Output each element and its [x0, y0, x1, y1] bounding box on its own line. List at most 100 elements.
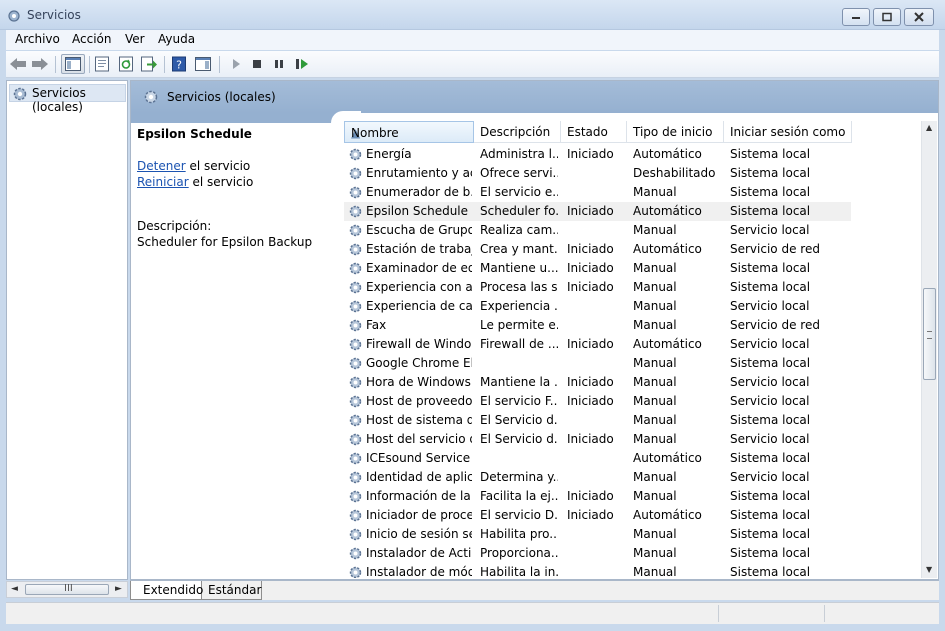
cell-tipo-inicio: Manual — [633, 489, 677, 503]
service-row[interactable]: Google Chrome El... Manual Sistema local — [344, 354, 851, 373]
tab-extendido[interactable]: Extendido — [130, 581, 204, 600]
service-row[interactable]: Energía Administra l... Iniciado Automático… — [344, 145, 851, 164]
menu-ver[interactable]: Ver — [125, 32, 145, 46]
restart-service-link[interactable]: Reiniciar — [137, 175, 189, 189]
tab-estandar[interactable]: Estándar — [202, 581, 262, 600]
service-row[interactable]: Instalador de mód... Habilita la in... Man… — [344, 563, 851, 578]
toolbar-separator — [89, 56, 90, 73]
service-row[interactable]: Experiencia con a... Procesa las s... Inic… — [344, 278, 851, 297]
minimize-button[interactable] — [842, 8, 870, 26]
column-header-nombre[interactable]: ▲ Nombre — [344, 121, 474, 143]
services-app-icon — [8, 10, 20, 22]
cell-descripcion: Habilita pro... — [480, 527, 558, 541]
service-gear-icon — [349, 319, 362, 332]
service-row[interactable]: ICEsound Service Automático Sistema local — [344, 449, 851, 468]
console-tree-button[interactable] — [61, 54, 85, 74]
service-row[interactable]: Epsilon Schedule Scheduler fo... Iniciado A… — [344, 202, 851, 221]
cell-tipo-inicio: Automático — [633, 337, 702, 351]
column-label: Estado — [567, 125, 608, 139]
column-header-tipo-inicio[interactable]: Tipo de inicio — [627, 121, 724, 143]
scroll-up-arrow-icon[interactable]: ▲ — [926, 123, 932, 132]
export-list-button[interactable] — [139, 54, 159, 74]
column-header-estado[interactable]: Estado — [561, 121, 627, 143]
cell-iniciar-sesion: Sistema local — [730, 489, 811, 503]
cell-nombre: Iniciador de proce... — [366, 508, 472, 522]
cell-tipo-inicio: Manual — [633, 280, 677, 294]
service-row[interactable]: Identidad de aplic... Determina y... Manua… — [344, 468, 851, 487]
list-vertical-scrollbar[interactable]: ▲ ▼ — [921, 121, 937, 578]
service-gear-icon — [349, 490, 362, 503]
back-button[interactable] — [8, 54, 28, 74]
service-row[interactable]: Host de proveedo... El servicio F... Inici… — [344, 392, 851, 411]
service-row[interactable]: Inicio de sesión se... Habilita pro... Man… — [344, 525, 851, 544]
cell-tipo-inicio: Manual — [633, 318, 677, 332]
pane-header: Servicios (locales) — [131, 81, 938, 113]
service-row[interactable]: Fax Le permite e... Manual Servicio de red — [344, 316, 851, 335]
cell-estado: Iniciado — [567, 242, 614, 256]
service-row[interactable]: Instalador de Acti... Proporciona... Manua… — [344, 544, 851, 563]
service-row[interactable]: Enrutamiento y ac... Ofrece servi... Desha… — [344, 164, 851, 183]
cell-iniciar-sesion: Servicio local — [730, 223, 810, 237]
cell-nombre: Escucha de Grupo... — [366, 223, 472, 237]
cell-iniciar-sesion: Servicio de red — [730, 242, 820, 256]
pause-icon — [275, 60, 283, 68]
menu-archivo[interactable]: Archivo — [15, 32, 60, 46]
service-row[interactable]: Escucha de Grupo... Realiza cam... Manual S… — [344, 221, 851, 240]
cell-iniciar-sesion: Sistema local — [730, 546, 811, 560]
restart-service-button[interactable] — [292, 54, 312, 74]
service-row[interactable]: Host del servicio d... El Servicio d... In… — [344, 430, 851, 449]
pause-service-button[interactable] — [269, 54, 289, 74]
cell-estado: Iniciado — [567, 394, 614, 408]
services-gear-icon — [13, 87, 27, 101]
close-button[interactable] — [904, 8, 934, 26]
service-gear-icon — [349, 547, 362, 560]
service-row[interactable]: Estación de trabajo Crea y mant... Iniciad… — [344, 240, 851, 259]
help-button[interactable]: ? — [169, 54, 189, 74]
cell-descripcion: Realiza cam... — [480, 223, 558, 237]
tree-horizontal-scrollbar[interactable]: ◄ III ► — [6, 581, 128, 598]
show-hide-icon — [195, 57, 211, 71]
cell-iniciar-sesion: Sistema local — [730, 565, 811, 578]
console-tree-icon — [65, 57, 81, 71]
cell-descripcion: Determina y... — [480, 470, 558, 484]
cell-tipo-inicio: Automático — [633, 242, 702, 256]
start-service-button[interactable] — [226, 54, 246, 74]
refresh-button[interactable] — [116, 54, 136, 74]
service-row[interactable]: Iniciador de proce... El servicio D... Ini… — [344, 506, 851, 525]
service-row[interactable]: Firewall de Windo... Firewall de ... Inici… — [344, 335, 851, 354]
menu-accion[interactable]: Acción — [72, 32, 111, 46]
service-row[interactable]: Enumerador de b... El servicio e... Manual… — [344, 183, 851, 202]
toolbar-separator — [219, 56, 220, 73]
forward-button[interactable] — [30, 54, 50, 74]
restart-service-suffix: el servicio — [188, 175, 254, 189]
scroll-left-arrow-icon[interactable]: ◄ — [11, 584, 18, 594]
back-icon — [10, 58, 26, 70]
column-header-iniciar-sesion[interactable]: Iniciar sesión como — [724, 121, 852, 143]
cell-iniciar-sesion: Sistema local — [730, 527, 811, 541]
service-gear-icon — [349, 566, 362, 578]
cell-nombre: Epsilon Schedule — [366, 204, 469, 218]
scroll-right-arrow-icon[interactable]: ► — [115, 584, 122, 594]
scroll-down-arrow-icon[interactable]: ▼ — [926, 565, 932, 574]
service-row[interactable]: Experiencia de cali... Experiencia ... Man… — [344, 297, 851, 316]
cell-descripcion: Ofrece servi... — [480, 166, 558, 180]
tab-label: Estándar — [208, 583, 262, 597]
properties-button[interactable] — [92, 54, 112, 74]
tab-label: Extendido — [143, 583, 204, 597]
pane-title: Servicios (locales) — [167, 90, 276, 104]
tree-item-servicios-locales[interactable]: Servicios (locales) — [9, 84, 126, 114]
scrollbar-thumb[interactable]: III — [25, 583, 109, 595]
stop-service-link[interactable]: Detener — [137, 159, 186, 173]
stop-service-button[interactable] — [247, 54, 267, 74]
cell-nombre: Firewall de Windo... — [366, 337, 472, 351]
service-row[interactable]: Hora de Windows Mantiene la ... Iniciado Ma… — [344, 373, 851, 392]
maximize-button[interactable] — [873, 8, 901, 26]
menu-ayuda[interactable]: Ayuda — [158, 32, 195, 46]
column-header-descripcion[interactable]: Descripción — [474, 121, 561, 143]
service-row[interactable]: Información de la ... Facilita la ej... In… — [344, 487, 851, 506]
service-row[interactable]: Host de sistema d... El Servicio d... Manu… — [344, 411, 851, 430]
scrollbar-thumb[interactable] — [923, 288, 936, 380]
service-gear-icon — [349, 243, 362, 256]
show-hide-button[interactable] — [193, 54, 213, 74]
service-row[interactable]: Examinador de eq... Mantiene u... Iniciado… — [344, 259, 851, 278]
